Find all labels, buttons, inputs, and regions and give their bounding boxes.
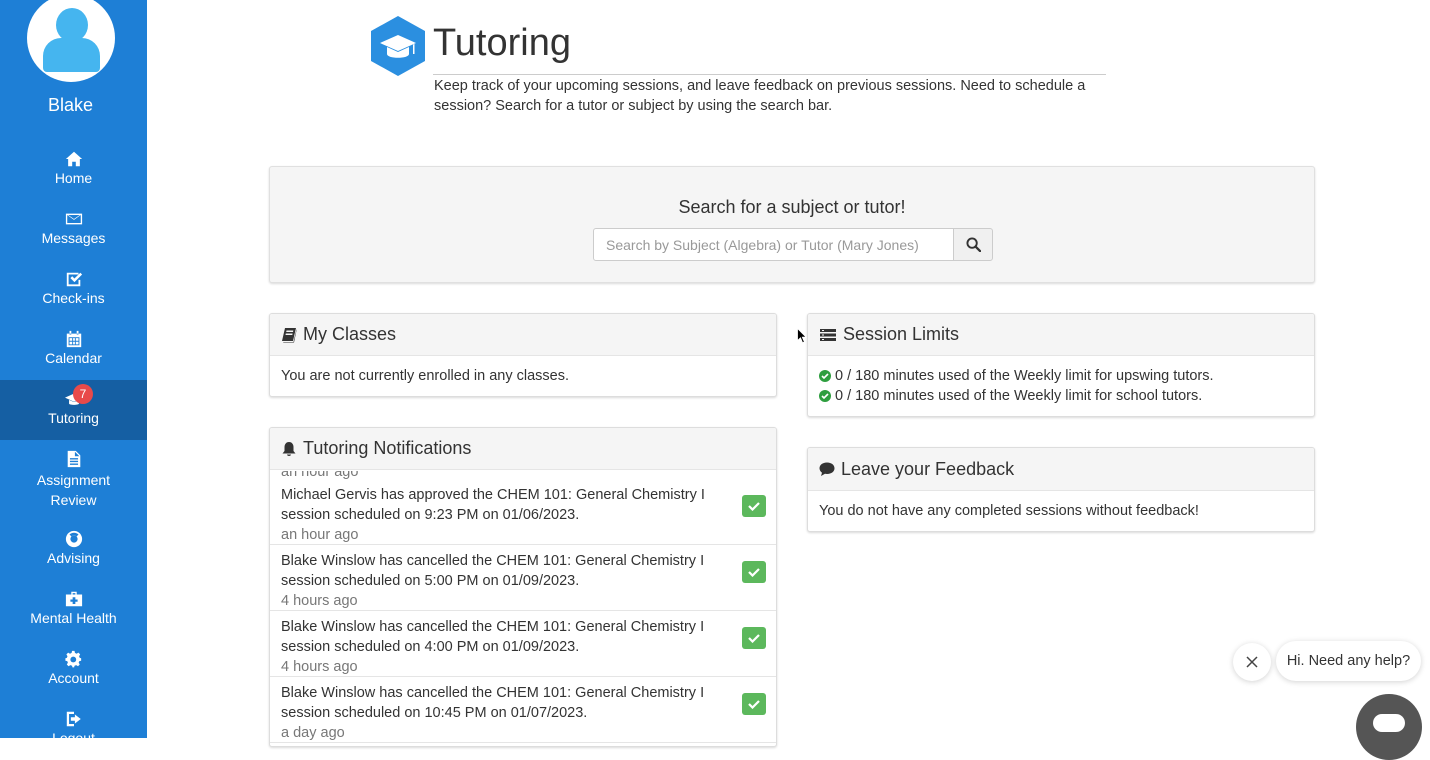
- feedback-panel: Leave your Feedback You do not have any …: [807, 447, 1315, 532]
- search-input[interactable]: [593, 228, 954, 261]
- sidebar-item-mental-health[interactable]: Mental Health: [0, 580, 147, 640]
- notification-message: Blake Winslow has cancelled the CHEM 101…: [281, 685, 705, 721]
- check-circle-icon: [819, 370, 831, 382]
- notifications-header: Tutoring Notifications: [270, 428, 776, 470]
- checkbox-icon: [66, 272, 82, 287]
- notification-item: Michael Gervis has approved the CHEM 101…: [270, 479, 776, 545]
- gear-icon: [64, 650, 81, 668]
- my-classes-message: You are not currently enrolled in any cl…: [281, 368, 570, 384]
- sidebar-item-label: Check-ins: [42, 290, 105, 306]
- tutoring-notification-badge: 7: [73, 384, 93, 404]
- notifications-title: Tutoring Notifications: [303, 438, 472, 458]
- check-icon: [748, 700, 760, 709]
- user-name: Blake: [47, 95, 94, 115]
- chat-prompt-bubble[interactable]: Hi. Need any help?: [1276, 641, 1421, 681]
- sidebar-item-assignment-review[interactable]: Assignment Review: [0, 440, 147, 520]
- notification-time: 4 hours ago: [281, 593, 358, 609]
- search-icon: [965, 237, 981, 252]
- notifications-list[interactable]: an hour ago Michael Gervis has approved …: [270, 471, 776, 746]
- page-title: Tutoring: [433, 22, 571, 64]
- notification-time: an hour ago: [281, 527, 359, 543]
- sidebar: Blake Home Messages Check-ins Calendar 7…: [0, 0, 147, 738]
- mouse-cursor-icon: [797, 328, 807, 344]
- tutoring-notifications-panel: Tutoring Notifications an hour ago Micha…: [269, 427, 777, 747]
- feedback-message: You do not have any completed sessions w…: [819, 503, 1199, 519]
- search-panel: Search for a subject or tutor!: [269, 166, 1315, 283]
- calendar-icon: [66, 330, 81, 348]
- chat-icon: [1373, 714, 1405, 732]
- sidebar-item-label: Mental Health: [30, 610, 117, 626]
- lifebuoy-icon: [65, 530, 82, 548]
- session-limits-header: Session Limits: [808, 314, 1314, 356]
- logout-icon: [66, 711, 81, 727]
- chat-close-button[interactable]: [1233, 643, 1271, 681]
- envelope-icon: [65, 213, 82, 225]
- sidebar-item-messages[interactable]: Messages: [0, 200, 147, 260]
- sidebar-item-home[interactable]: Home: [0, 140, 147, 200]
- notification-time: an hour ago: [281, 471, 359, 480]
- check-icon: [748, 502, 760, 511]
- session-limits-title: Session Limits: [843, 324, 960, 344]
- sidebar-item-label: Home: [54, 170, 93, 186]
- mark-read-button[interactable]: [742, 693, 766, 715]
- medkit-icon: [65, 591, 82, 607]
- notification-message: Blake Winslow has cancelled the CHEM 101…: [281, 553, 705, 589]
- avatar-body: [43, 38, 100, 72]
- bell-icon: [282, 441, 296, 456]
- title-divider: [433, 74, 1106, 75]
- avatar[interactable]: [27, 0, 115, 82]
- my-classes-title: My Classes: [303, 324, 397, 344]
- sidebar-item-label: Logout: [52, 730, 95, 738]
- notification-time: 4 hours ago: [281, 659, 358, 675]
- document-icon: [67, 450, 80, 468]
- sidebar-item-calendar[interactable]: Calendar: [0, 320, 147, 380]
- sidebar-item-advising[interactable]: Advising: [0, 520, 147, 580]
- feedback-title: Leave your Feedback: [841, 458, 1015, 479]
- limit-row-school: 0 / 180 minutes used of the Weekly limit…: [819, 386, 1303, 406]
- page-description: Keep track of your upcoming sessions, an…: [434, 78, 1086, 114]
- notification-item: Blake Winslow has cancelled the CHEM 101…: [270, 611, 776, 677]
- sidebar-item-label: Account: [48, 670, 99, 686]
- mark-read-button[interactable]: [742, 561, 766, 583]
- comment-icon: [819, 462, 835, 476]
- limit-row-upswing: 0 / 180 minutes used of the Weekly limit…: [819, 366, 1303, 386]
- sidebar-item-logout[interactable]: Logout: [0, 700, 147, 738]
- feedback-header: Leave your Feedback: [808, 448, 1314, 491]
- search-button[interactable]: [953, 228, 993, 261]
- search-heading: Search for a subject or tutor!: [678, 197, 906, 217]
- graduation-cap-hexagon-icon: [371, 16, 425, 76]
- sidebar-item-check-ins[interactable]: Check-ins: [0, 260, 147, 320]
- my-classes-header: My Classes: [270, 314, 776, 356]
- notification-message: Blake Winslow has cancelled the CHEM 101…: [281, 619, 705, 655]
- sidebar-nav: Home Messages Check-ins Calendar 7 Tutor…: [0, 140, 147, 738]
- limit-text: 0 / 180 minutes used of the Weekly limit…: [835, 388, 1203, 404]
- check-icon: [748, 634, 760, 643]
- book-icon: [282, 327, 297, 342]
- list-bars-icon: [820, 328, 836, 341]
- avatar-person-icon: [56, 8, 88, 42]
- sidebar-item-tutoring[interactable]: 7 Tutoring: [0, 380, 147, 440]
- notification-message: Michael Gervis has approved the CHEM 101…: [281, 487, 705, 523]
- mark-read-button[interactable]: [742, 495, 766, 517]
- chat-launcher-button[interactable]: [1356, 694, 1422, 760]
- limit-text: 0 / 180 minutes used of the Weekly limit…: [835, 368, 1214, 384]
- check-icon: [748, 568, 760, 577]
- sidebar-item-account[interactable]: Account: [0, 640, 147, 700]
- sidebar-item-label: Messages: [41, 230, 106, 246]
- session-limits-panel: Session Limits 0 / 180 minutes used of t…: [807, 313, 1315, 417]
- notification-time: a day ago: [281, 725, 345, 741]
- home-icon: [65, 151, 82, 167]
- my-classes-panel: My Classes You are not currently enrolle…: [269, 313, 777, 397]
- session-limits-body: 0 / 180 minutes used of the Weekly limit…: [808, 356, 1314, 416]
- notification-item: Blake Winslow has cancelled the CHEM 101…: [270, 545, 776, 611]
- close-icon: [1246, 656, 1258, 668]
- sidebar-item-label: Assignment Review: [36, 472, 111, 508]
- sidebar-item-label: Tutoring: [48, 410, 99, 426]
- sidebar-item-label: Advising: [47, 550, 100, 566]
- mark-read-button[interactable]: [742, 627, 766, 649]
- sidebar-item-label: Calendar: [45, 350, 102, 366]
- check-circle-icon: [819, 390, 831, 402]
- notification-item: Blake Winslow has cancelled the CHEM 101…: [270, 677, 776, 743]
